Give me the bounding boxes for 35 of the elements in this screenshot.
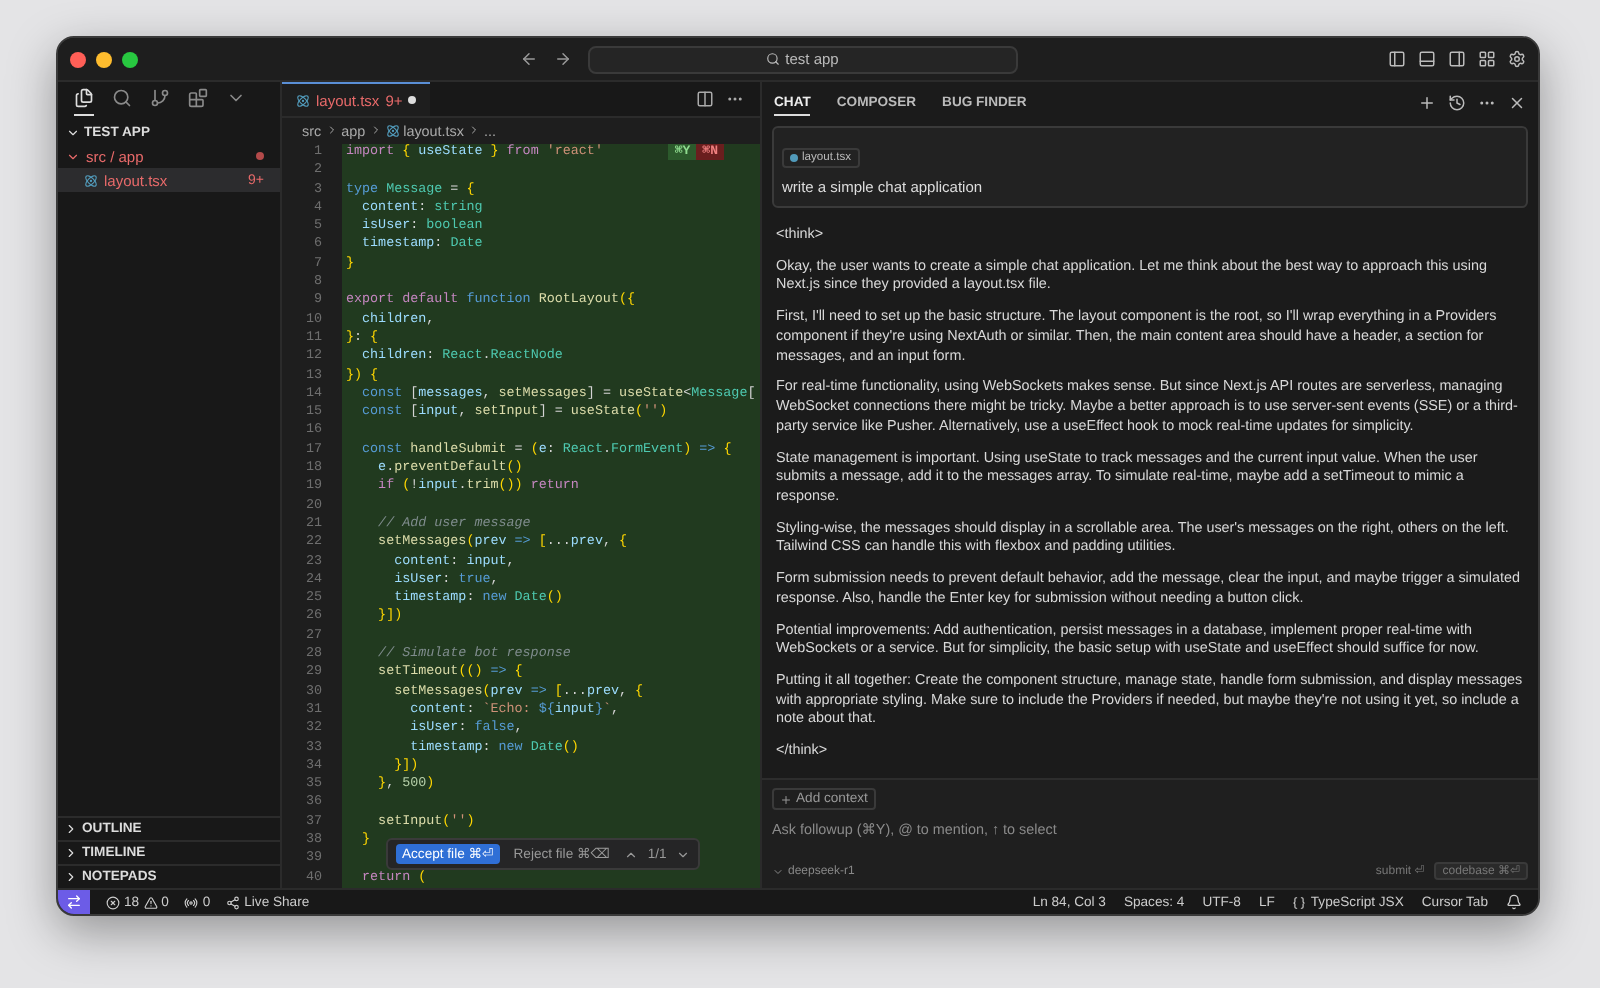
panel-left-icon[interactable]	[1388, 50, 1406, 68]
error-icon	[106, 895, 120, 909]
split-editor-icon[interactable]	[696, 90, 714, 108]
atom-icon	[385, 123, 400, 137]
close-icon[interactable]	[1508, 93, 1526, 111]
chevron-up-icon[interactable]	[623, 847, 638, 861]
files-icon[interactable]	[74, 88, 94, 116]
panel-bottom-icon[interactable]	[1418, 50, 1436, 68]
warning-icon	[143, 895, 158, 909]
plus-icon	[780, 793, 792, 805]
arrows-icon	[66, 894, 82, 910]
search-icon	[765, 52, 780, 66]
minimize-window-button[interactable]	[96, 51, 112, 67]
back-arrow-icon[interactable]	[519, 50, 537, 68]
remote-button[interactable]	[58, 890, 90, 914]
forward-arrow-icon[interactable]	[553, 50, 571, 68]
chevron-right-icon	[369, 124, 382, 136]
plus-icon[interactable]	[1418, 93, 1436, 111]
close-window-button[interactable]	[70, 51, 86, 67]
braces-icon	[1292, 895, 1307, 909]
atom-icon	[296, 93, 310, 107]
layout-grid-icon[interactable]	[1478, 50, 1496, 68]
settings-icon[interactable]	[1508, 50, 1526, 68]
panel-right-icon[interactable]	[1448, 50, 1466, 68]
broadcast-icon	[184, 895, 199, 909]
file-dot-icon	[790, 154, 798, 162]
share-icon	[226, 895, 241, 909]
chevron-right-icon	[325, 124, 338, 136]
maximize-window-button[interactable]	[122, 51, 138, 67]
history-icon[interactable]	[1448, 93, 1466, 111]
atom-icon	[84, 173, 98, 187]
chevron-right-icon	[467, 124, 480, 136]
bell-icon[interactable]	[1506, 894, 1522, 910]
chevron-down-icon	[772, 865, 784, 877]
chevron-down-icon[interactable]	[676, 847, 691, 861]
